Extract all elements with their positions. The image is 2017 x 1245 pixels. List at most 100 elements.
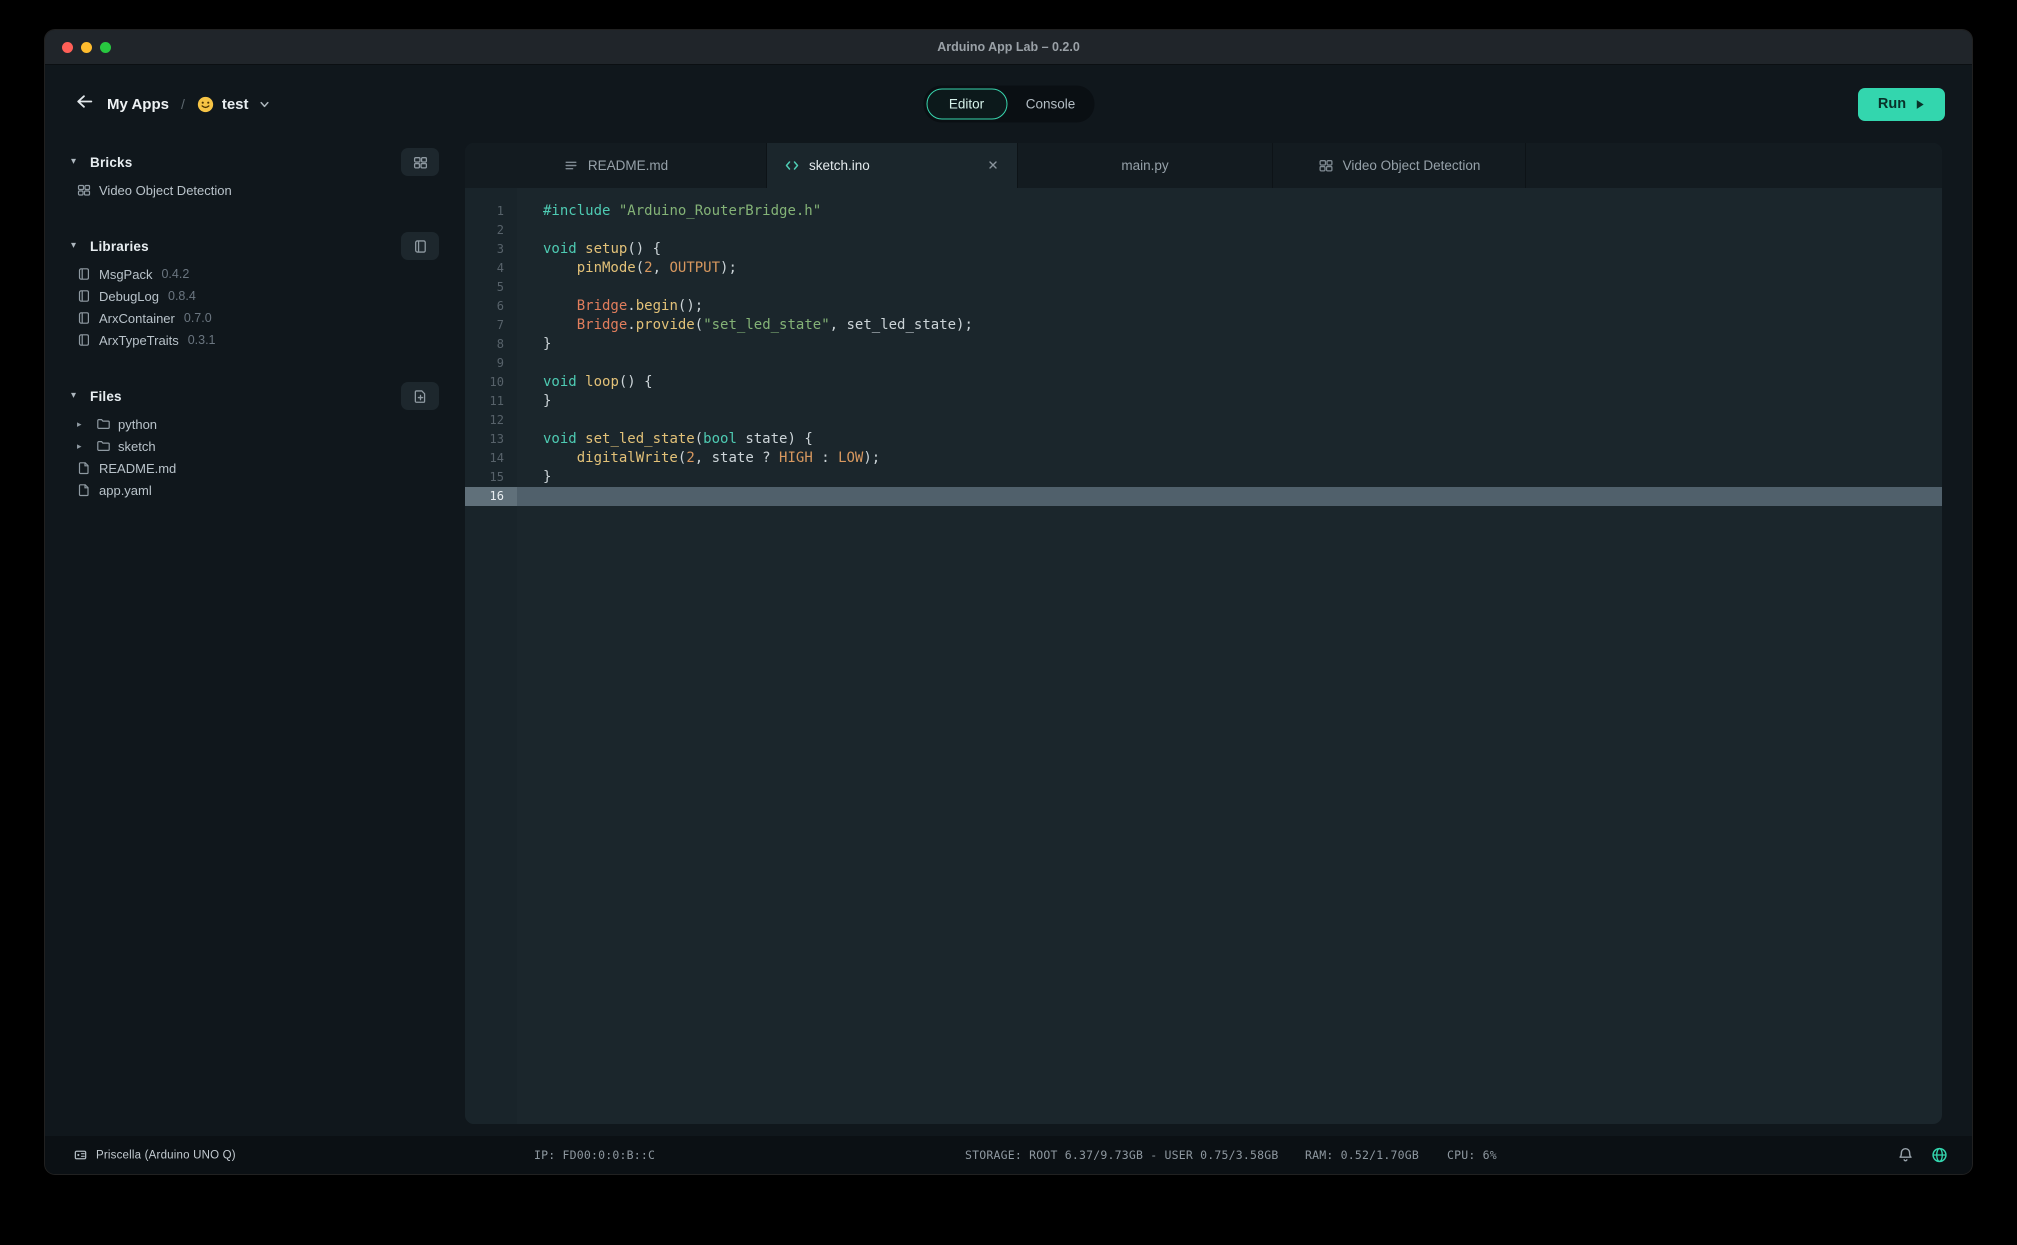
files-action-button[interactable]	[401, 382, 439, 410]
code-token: "Arduino_RouterBridge.h"	[619, 203, 821, 219]
item-label: DebugLog	[99, 289, 159, 304]
chevron-right-icon: ▸	[77, 420, 88, 429]
code-line[interactable]: }	[517, 335, 1942, 354]
section-title: Files	[90, 389, 122, 404]
close-window-button[interactable]	[62, 42, 73, 53]
tab-content: Video Object Detection	[1318, 158, 1481, 173]
item-label: MsgPack	[99, 267, 152, 282]
app-window: Arduino App Lab – 0.2.0 My Apps / test E…	[45, 30, 1972, 1174]
code-line[interactable]: Bridge.begin();	[517, 297, 1942, 316]
code-line[interactable]: }	[517, 468, 1942, 487]
code-icon	[784, 158, 800, 173]
section-header-bricks[interactable]: ▾ Bricks	[71, 145, 439, 179]
file-plus-icon	[413, 389, 428, 404]
code-line[interactable]	[517, 411, 1942, 430]
tab-content: sketch.ino	[784, 158, 870, 173]
line-number: 4	[465, 259, 517, 278]
code-token: Bridge	[577, 298, 628, 314]
library-item-arxcontainer[interactable]: ArxContainer0.7.0	[71, 307, 439, 329]
book-icon	[77, 311, 91, 325]
line-number: 15	[465, 468, 517, 487]
code-line[interactable]	[517, 221, 1942, 240]
code-line[interactable]: digitalWrite(2, state ? HIGH : LOW);	[517, 449, 1942, 468]
code-token: begin	[636, 298, 678, 314]
line-number: 1	[465, 202, 517, 221]
code-token: void	[543, 431, 577, 447]
code-line[interactable]: Bridge.provide("set_led_state", set_led_…	[517, 316, 1942, 335]
code-line[interactable]	[517, 487, 1942, 506]
device-name: Priscella (Arduino UNO Q)	[96, 1149, 236, 1161]
project-selector[interactable]: test	[197, 96, 270, 113]
code-token	[543, 450, 577, 466]
back-arrow-icon	[75, 93, 94, 115]
code-line[interactable]: }	[517, 392, 1942, 411]
code-line[interactable]	[517, 354, 1942, 373]
section-title: Bricks	[90, 155, 132, 170]
folder-item-python[interactable]: ▸ python	[71, 413, 439, 435]
library-item-debuglog[interactable]: DebugLog0.8.4	[71, 285, 439, 307]
desktop: Arduino App Lab – 0.2.0 My Apps / test E…	[0, 0, 2017, 1245]
code-line[interactable]: pinMode(2, OUTPUT);	[517, 259, 1942, 278]
window-title: Arduino App Lab – 0.2.0	[45, 40, 1972, 54]
code-token	[577, 431, 585, 447]
chevron-right-icon: ▸	[77, 442, 88, 451]
line-number: 12	[465, 411, 517, 430]
back-button[interactable]	[72, 92, 96, 116]
bricks-action-button[interactable]	[401, 148, 439, 176]
item-label: python	[118, 417, 157, 432]
network-globe-icon[interactable]	[1931, 1147, 1948, 1164]
code-line[interactable]: void set_led_state(bool state) {	[517, 430, 1942, 449]
code-token: }	[543, 393, 551, 409]
ram-status: RAM: 0.52/1.70GB	[1305, 1148, 1419, 1162]
code-token: set_led_state	[585, 431, 695, 447]
line-number: 16	[465, 487, 517, 506]
code-token: () {	[627, 241, 661, 257]
breadcrumb: My Apps / test	[72, 92, 270, 116]
library-item-arxtypetraits[interactable]: ArxTypeTraits0.3.1	[71, 329, 439, 351]
code-line[interactable]	[517, 278, 1942, 297]
view-console-button[interactable]: Console	[1010, 89, 1091, 120]
code-line[interactable]: void loop() {	[517, 373, 1942, 392]
code-token: (	[695, 317, 703, 333]
code-token	[610, 203, 618, 219]
section-header-libraries[interactable]: ▾Libraries	[71, 229, 439, 263]
code-token	[543, 317, 577, 333]
breadcrumb-my-apps[interactable]: My Apps	[107, 96, 169, 113]
close-tab-button[interactable]	[985, 158, 1000, 173]
notifications-bell-icon[interactable]	[1897, 1147, 1914, 1164]
minimize-window-button[interactable]	[81, 42, 92, 53]
code-token	[543, 298, 577, 314]
code-editor[interactable]: 12345678910111213141516 #include "Arduin…	[465, 188, 1942, 1124]
zoom-window-button[interactable]	[100, 42, 111, 53]
code-token: digitalWrite	[577, 450, 678, 466]
file-item-readme-md[interactable]: README.md	[71, 457, 439, 479]
run-button[interactable]: Run	[1858, 88, 1945, 121]
libraries-action-button[interactable]	[401, 232, 439, 260]
tab-main-py[interactable]: main.py	[1018, 143, 1273, 188]
code-token: void	[543, 374, 577, 390]
code-token: state) {	[737, 431, 813, 447]
brick-item-video-object-detection[interactable]: Video Object Detection	[71, 179, 439, 201]
tab-readme-md[interactable]: README.md	[465, 143, 767, 188]
code-line[interactable]: void setup() {	[517, 240, 1942, 259]
code-token: OUTPUT	[669, 260, 720, 276]
tab-video-object-detection[interactable]: Video Object Detection	[1273, 143, 1526, 188]
section-header-files[interactable]: ▾Files	[71, 379, 439, 413]
chevron-down-icon: ▾	[71, 157, 85, 167]
device-status[interactable]: Priscella (Arduino UNO Q)	[73, 1148, 236, 1163]
code-token: pinMode	[577, 260, 636, 276]
folder-item-sketch[interactable]: ▸sketch	[71, 435, 439, 457]
tab-label: sketch.ino	[809, 158, 870, 173]
view-editor-button[interactable]: Editor	[926, 89, 1007, 120]
library-item-msgpack[interactable]: MsgPack 0.4.2	[71, 263, 439, 285]
cpu-status: CPU: 6%	[1447, 1148, 1497, 1162]
editor-panel: README.md sketch.ino main.py Video Object D…	[465, 143, 1942, 1124]
item-label: ArxTypeTraits	[99, 333, 179, 348]
library-version: 0.4.2	[161, 267, 189, 281]
tab-sketch-ino[interactable]: sketch.ino	[767, 143, 1018, 188]
code-line[interactable]: #include "Arduino_RouterBridge.h"	[517, 202, 1942, 221]
file-item-app-yaml[interactable]: app.yaml	[71, 479, 439, 501]
line-number: 14	[465, 449, 517, 468]
window-controls	[45, 42, 111, 53]
bricks-icon	[77, 183, 91, 197]
